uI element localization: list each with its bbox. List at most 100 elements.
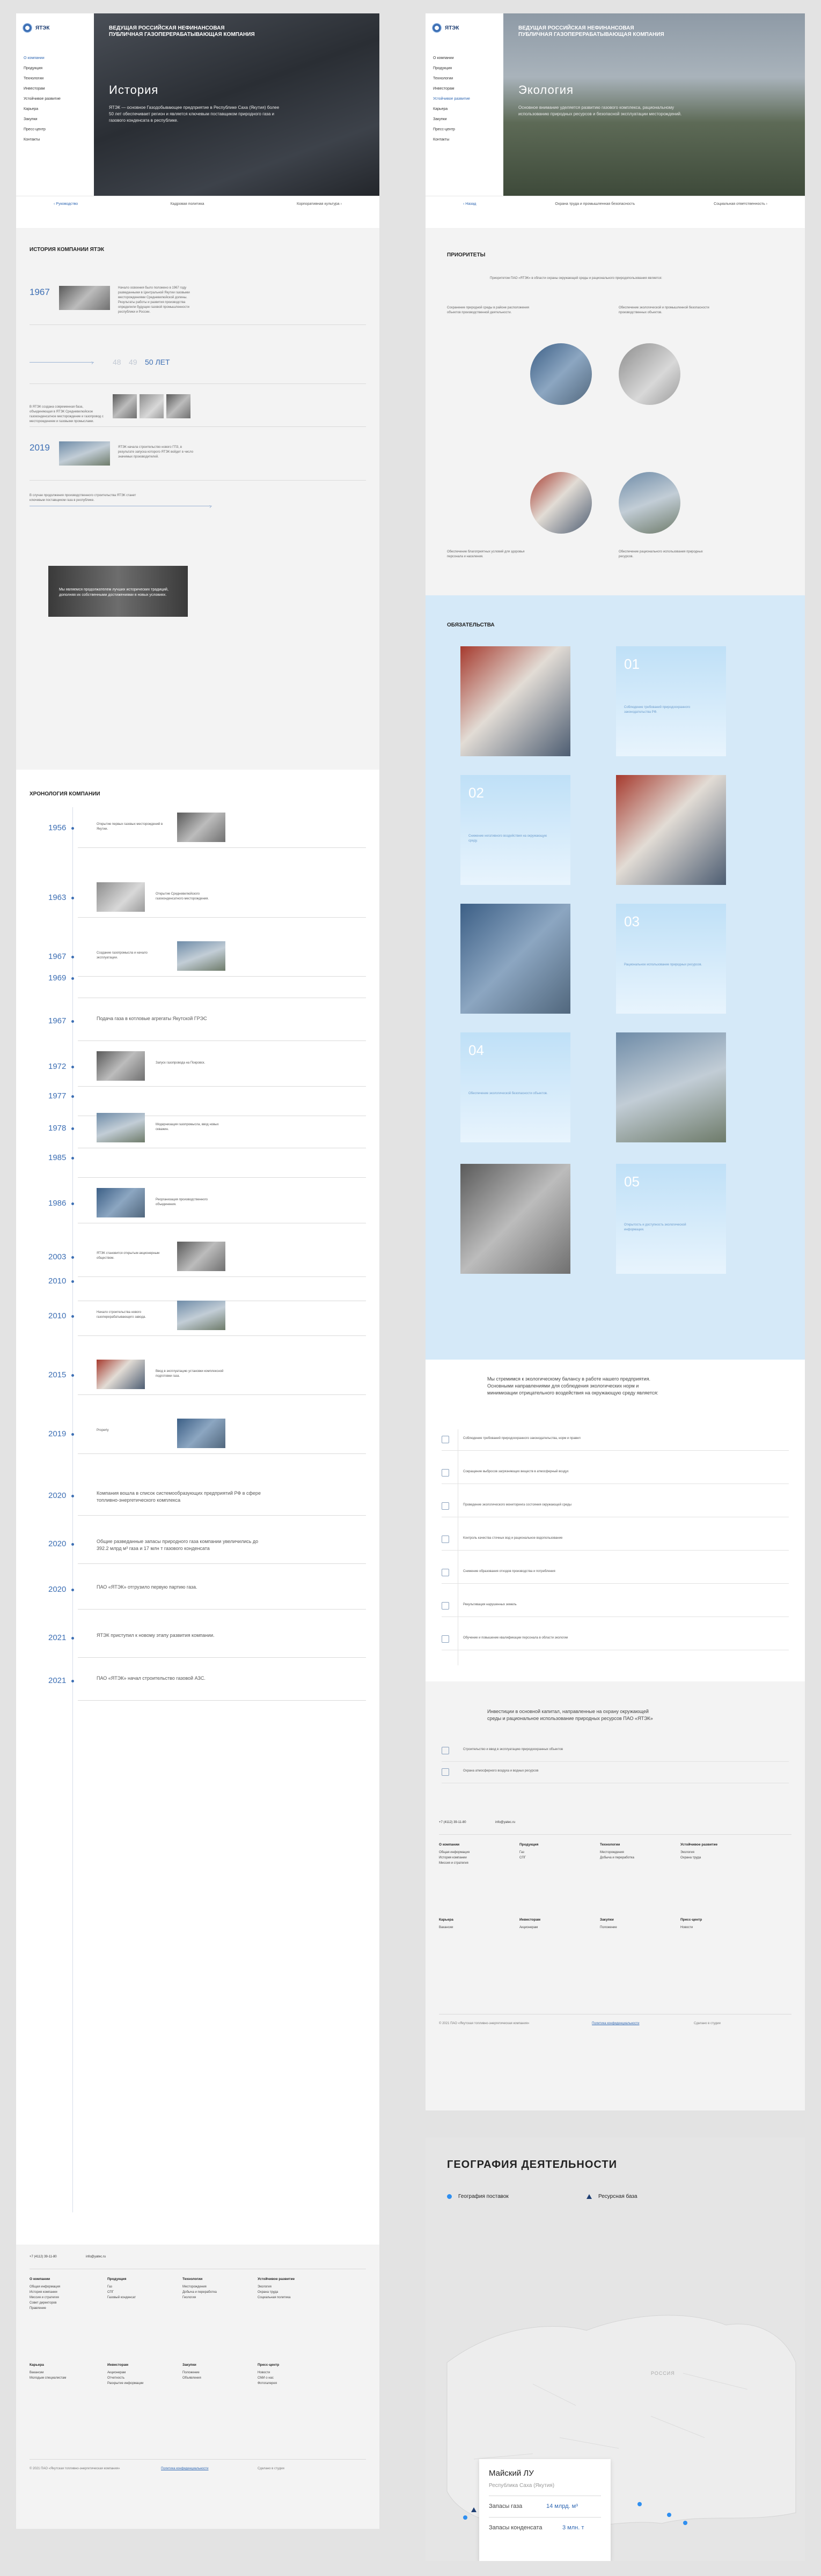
footer-link[interactable]: Объявления <box>182 2375 201 2381</box>
supply-point-icon[interactable] <box>667 2513 671 2517</box>
footer-email[interactable]: info@yatec.ru <box>495 1821 515 1824</box>
footer-link[interactable]: Акционерам <box>107 2370 143 2375</box>
footer-col-title[interactable]: Пресс-центр <box>258 2363 279 2368</box>
footer-col-title[interactable]: Инвесторам <box>519 1917 540 1923</box>
legend-resource[interactable]: Ресурсная база <box>587 2194 637 2199</box>
arrow-right-icon[interactable]: › <box>91 359 93 366</box>
menu-item-procurement[interactable]: Закупки <box>24 117 61 121</box>
footer-col-title[interactable]: Карьера <box>439 1917 453 1923</box>
subnav-prev[interactable]: ‹ Назад <box>463 202 476 206</box>
subnav-mid[interactable]: Кадровая политика <box>171 202 204 206</box>
menu-item-sustainability[interactable]: Устойчивое развитие <box>433 97 470 101</box>
footer-link[interactable]: Месторождения <box>182 2284 217 2290</box>
footer-link[interactable]: Газовый конденсат <box>107 2295 136 2300</box>
menu-item-about[interactable]: О компании <box>433 56 470 60</box>
footer-col-title[interactable]: Карьера <box>30 2363 66 2368</box>
footer-link[interactable]: Охрана труда <box>258 2290 295 2295</box>
footer-link[interactable]: Правление <box>30 2306 60 2311</box>
footer-col-title[interactable]: Пресс-центр <box>680 1917 702 1923</box>
timeline-photo <box>177 941 225 971</box>
footer-phone[interactable]: +7 (4112) 39-11-80 <box>30 2255 57 2258</box>
privacy-link[interactable]: Политика конфиденциальности <box>161 2467 209 2470</box>
footer-col-title[interactable]: Инвесторам <box>107 2363 143 2368</box>
geography-map[interactable]: География деятельности География поставо… <box>426 2137 805 2561</box>
subnav-mid[interactable]: Охрана труда и промышленная безопасность <box>555 202 635 206</box>
arrow-right-icon[interactable]: › <box>209 503 211 510</box>
footer-link[interactable]: Положение <box>182 2370 201 2375</box>
footer-link[interactable]: Новости <box>680 1925 702 1930</box>
footer-link[interactable]: Раскрытие информации <box>107 2381 143 2386</box>
footer-col-title[interactable]: Продукция <box>107 2277 136 2282</box>
footer-link[interactable]: Вакансии <box>439 1925 453 1930</box>
footer-email[interactable]: info@yatec.ru <box>86 2255 106 2258</box>
footer-col-title[interactable]: Технологии <box>600 1842 634 1848</box>
footer-link[interactable]: Газ <box>107 2284 136 2290</box>
menu-item-tech[interactable]: Технологии <box>24 77 61 80</box>
supply-point-icon[interactable] <box>637 2502 642 2506</box>
footer-link[interactable]: Акционерам <box>519 1925 540 1930</box>
menu-item-investors[interactable]: Инвесторам <box>24 87 61 91</box>
year-strip-49: 49 <box>129 358 137 366</box>
subnav-prev[interactable]: ‹ Руководство <box>54 202 78 206</box>
supply-point-icon[interactable] <box>683 2521 687 2525</box>
footer-link[interactable]: Месторождения <box>600 1850 634 1855</box>
footer-link[interactable]: Фотогалерея <box>258 2381 279 2386</box>
menu-item-procurement[interactable]: Закупки <box>433 117 470 121</box>
menu-item-investors[interactable]: Инвесторам <box>433 87 470 91</box>
menu-item-contacts[interactable]: Контакты <box>433 138 470 142</box>
footer-col-title[interactable]: Продукция <box>519 1842 538 1848</box>
footer-link[interactable]: СМИ о нас <box>258 2375 279 2381</box>
menu-item-sustainability[interactable]: Устойчивое развитие <box>24 97 61 101</box>
footer-link[interactable]: Миссия и стратегия <box>439 1861 470 1866</box>
footer-link[interactable]: Социальная политика <box>258 2295 295 2300</box>
footer-link[interactable]: Добыча и переработка <box>182 2290 217 2295</box>
footer-link[interactable]: СПГ <box>519 1855 538 1861</box>
footer-link[interactable]: Новости <box>258 2370 279 2375</box>
history-logo[interactable]: ЯТЭК <box>23 23 50 33</box>
menu-item-tech[interactable]: Технологии <box>433 77 470 80</box>
subnav-next[interactable]: Социальная ответственность › <box>714 202 767 206</box>
footer-link[interactable]: Экология <box>680 1850 717 1855</box>
legend-supply[interactable]: География поставок <box>447 2194 509 2199</box>
footer-col-title[interactable]: Устойчивое развитие <box>258 2277 295 2282</box>
footer-link[interactable]: Газ <box>519 1850 538 1855</box>
footer-link[interactable]: Молодым специалистам <box>30 2375 66 2381</box>
footer-link[interactable]: Общая информация <box>439 1850 470 1855</box>
footer-link[interactable]: Вакансии <box>30 2370 66 2375</box>
footer-link[interactable]: Общая информация <box>30 2284 60 2290</box>
menu-item-press[interactable]: Пресс-центр <box>433 128 470 131</box>
footer-col-title[interactable]: О компании <box>439 1842 470 1848</box>
footer-link[interactable]: Геология <box>182 2295 217 2300</box>
timeline-photo <box>177 813 225 842</box>
footer-col-title[interactable]: Закупки <box>600 1917 617 1923</box>
privacy-link[interactable]: Политика конфиденциальности <box>592 2022 640 2025</box>
footer-link[interactable]: История компании <box>439 1855 470 1861</box>
menu-item-products[interactable]: Продукция <box>433 67 470 70</box>
footer-link[interactable]: Совет директоров <box>30 2300 60 2306</box>
menu-item-press[interactable]: Пресс-центр <box>24 128 61 131</box>
footer-link[interactable]: Охрана труда <box>680 1855 717 1861</box>
menu-item-about[interactable]: О компании <box>24 56 61 60</box>
subnav-next[interactable]: Корпоративная культура › <box>297 202 342 206</box>
developer-link[interactable]: Сделано в студии <box>694 2022 721 2025</box>
footer-link[interactable]: Отчетность <box>107 2375 143 2381</box>
footer-link[interactable]: СПГ <box>107 2290 136 2295</box>
footer-col-title[interactable]: Технологии <box>182 2277 217 2282</box>
menu-item-products[interactable]: Продукция <box>24 67 61 70</box>
footer-link[interactable]: История компании <box>30 2290 60 2295</box>
developer-link[interactable]: Сделано в студии <box>258 2467 284 2470</box>
supply-point-icon[interactable] <box>463 2515 467 2520</box>
menu-item-contacts[interactable]: Контакты <box>24 138 61 142</box>
footer-col-title[interactable]: Устойчивое развитие <box>680 1842 717 1848</box>
footer-link[interactable]: Положение <box>600 1925 617 1930</box>
footer-col-title[interactable]: О компании <box>30 2277 60 2282</box>
footer-link[interactable]: Миссия и стратегия <box>30 2295 60 2300</box>
footer-link[interactable]: Добыча и переработка <box>600 1855 634 1861</box>
footer-col-title[interactable]: Закупки <box>182 2363 201 2368</box>
ecology-logo[interactable]: ЯТЭК <box>432 23 459 33</box>
footer-phone[interactable]: +7 (4112) 39-11-80 <box>439 1821 466 1824</box>
resource-point-icon[interactable] <box>471 2507 477 2512</box>
footer-link[interactable]: Экология <box>258 2284 295 2290</box>
menu-item-career[interactable]: Карьера <box>24 107 61 111</box>
menu-item-career[interactable]: Карьера <box>433 107 470 111</box>
